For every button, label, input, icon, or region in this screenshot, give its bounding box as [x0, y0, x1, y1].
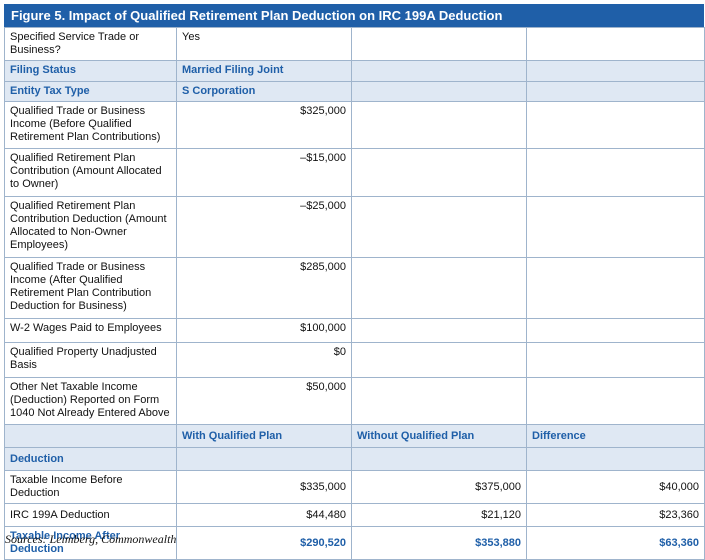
value-without: $353,880 — [351, 526, 527, 560]
table-row: Filing Status Married Filing Joint — [4, 60, 705, 82]
row-label: Specified Service Trade or Business? — [4, 27, 177, 61]
value-difference: $23,360 — [526, 503, 705, 527]
table-row: W-2 Wages Paid to Employees $100,000 — [4, 318, 705, 343]
value-with: $290,520 — [176, 526, 352, 560]
value-with: $44,480 — [176, 503, 352, 527]
value-with: $335,000 — [176, 470, 352, 504]
row-label: Qualified Trade or Business Income (Befo… — [4, 101, 177, 149]
source-note: Sources: Leimberg, Commonwealth — [5, 532, 177, 546]
col-header-difference: Difference — [526, 424, 705, 448]
row-label: Qualified Retirement Plan Contribution (… — [4, 148, 177, 197]
row-value: Yes — [176, 27, 352, 61]
row-label: Qualified Trade or Business Income (Afte… — [4, 257, 177, 319]
row-value: $100,000 — [176, 318, 352, 343]
col-header-without: Without Qualified Plan — [351, 424, 527, 448]
row-label: Other Net Taxable Income (Deduction) Rep… — [4, 377, 177, 425]
row-label: Qualified Retirement Plan Contribution D… — [4, 196, 177, 258]
table-row: Other Net Taxable Income (Deduction) Rep… — [4, 377, 705, 425]
compare-header-row: With Qualified Plan Without Qualified Pl… — [4, 424, 705, 448]
row-label: Qualified Property Unadjusted Basis — [4, 342, 177, 378]
section-row: Deduction — [4, 447, 705, 471]
figure-table: Figure 5. Impact of Qualified Retirement… — [4, 4, 705, 560]
row-label: W-2 Wages Paid to Employees — [4, 318, 177, 343]
col-header-with: With Qualified Plan — [176, 424, 352, 448]
row-label: Filing Status — [4, 60, 177, 82]
row-value: $0 — [176, 342, 352, 378]
table-row: Specified Service Trade or Business? Yes — [4, 27, 705, 61]
table-row: Qualified Retirement Plan Contribution D… — [4, 196, 705, 258]
value-difference: $40,000 — [526, 470, 705, 504]
row-value: –$15,000 — [176, 148, 352, 197]
table-row: Qualified Trade or Business Income (Afte… — [4, 257, 705, 319]
row-value: Married Filing Joint — [176, 60, 352, 82]
row-value: S Corporation — [176, 81, 352, 102]
table-row: Entity Tax Type S Corporation — [4, 81, 705, 102]
table-row: Qualified Retirement Plan Contribution (… — [4, 148, 705, 197]
table-row: Taxable Income Before Deduction $335,000… — [4, 470, 705, 504]
row-value: $285,000 — [176, 257, 352, 319]
row-value: $325,000 — [176, 101, 352, 149]
row-value: $50,000 — [176, 377, 352, 425]
table-row: Qualified Trade or Business Income (Befo… — [4, 101, 705, 149]
row-label: Taxable Income Before Deduction — [4, 470, 177, 504]
table-row: IRC 199A Deduction $44,480 $21,120 $23,3… — [4, 503, 705, 527]
section-label: Deduction — [4, 447, 177, 471]
figure-title: Figure 5. Impact of Qualified Retirement… — [4, 4, 704, 27]
value-difference: $63,360 — [526, 526, 705, 560]
row-label: Entity Tax Type — [4, 81, 177, 102]
value-without: $375,000 — [351, 470, 527, 504]
table-row: Qualified Property Unadjusted Basis $0 — [4, 342, 705, 378]
data-table: Specified Service Trade or Business? Yes… — [4, 27, 705, 560]
row-value: –$25,000 — [176, 196, 352, 258]
row-label: IRC 199A Deduction — [4, 503, 177, 527]
value-without: $21,120 — [351, 503, 527, 527]
